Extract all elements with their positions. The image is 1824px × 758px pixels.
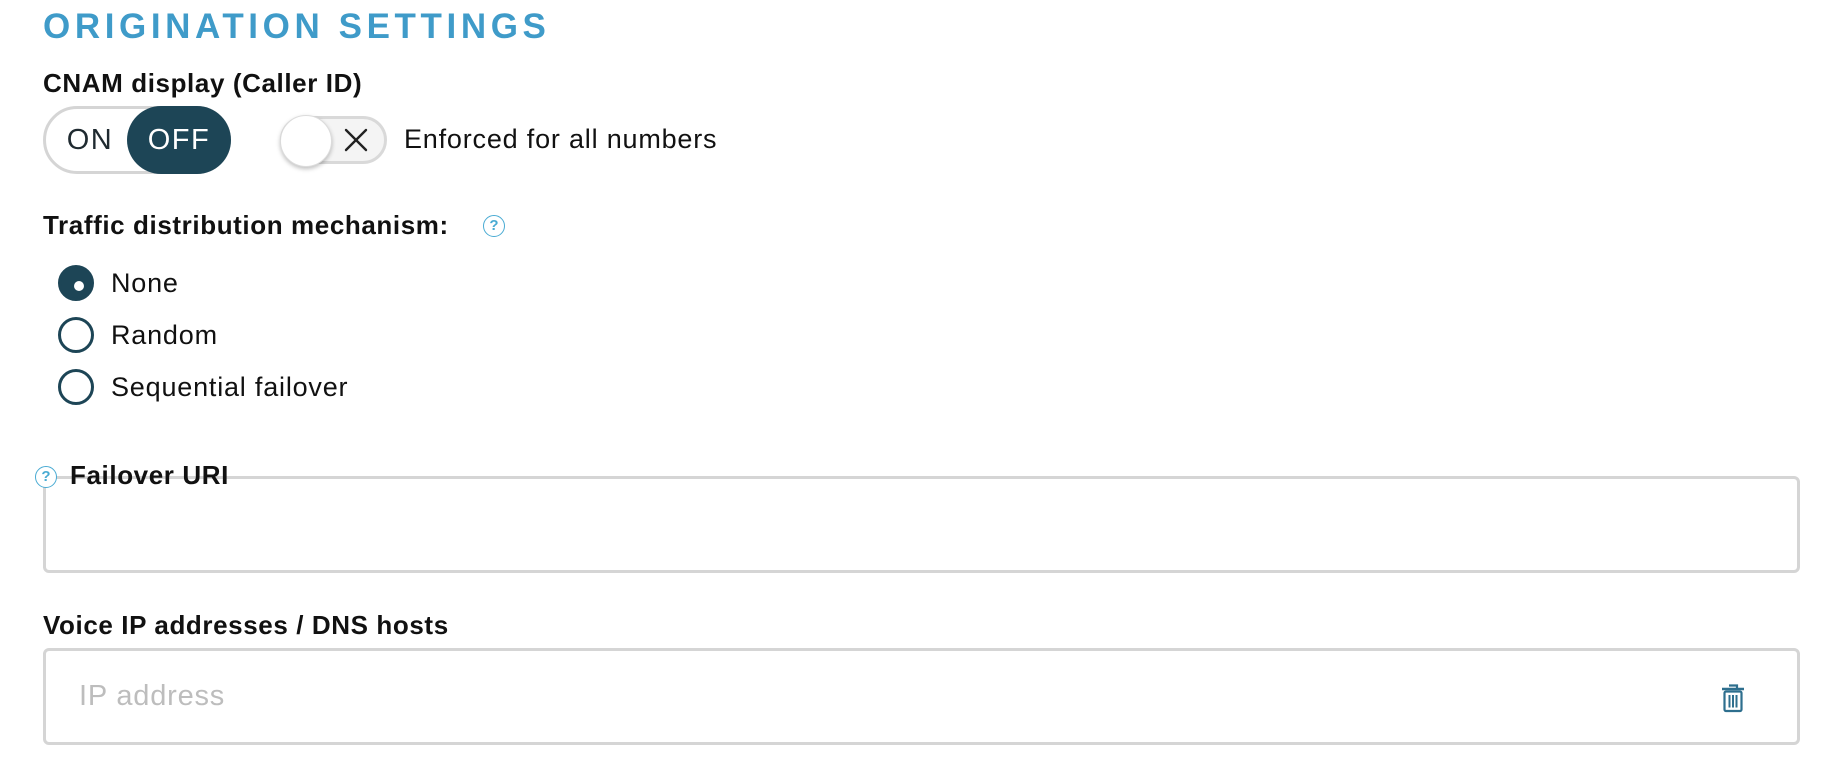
- trash-icon[interactable]: [1721, 683, 1745, 713]
- origination-settings-panel: ORIGINATION SETTINGS CNAM display (Calle…: [0, 0, 1824, 758]
- switch-knob: [280, 115, 332, 167]
- ip-address-field[interactable]: [43, 648, 1800, 745]
- enforced-switch[interactable]: [280, 115, 387, 167]
- failover-uri-legend: ? Failover URI: [28, 458, 228, 494]
- question-circle-icon[interactable]: ?: [483, 215, 505, 237]
- cnam-on-off-toggle[interactable]: ON OFF: [43, 106, 231, 174]
- traffic-label: Traffic distribution mechanism:: [43, 210, 449, 240]
- failover-uri-field[interactable]: [43, 476, 1800, 573]
- section-title: ORIGINATION SETTINGS: [43, 7, 551, 46]
- radio-label: None: [111, 268, 179, 298]
- radio-label: Sequential failover: [111, 372, 349, 402]
- failover-uri-label: Failover URI: [70, 460, 229, 490]
- radio-label: Random: [111, 320, 218, 350]
- cnam-on-option[interactable]: ON: [46, 109, 134, 171]
- question-circle-icon[interactable]: ?: [35, 466, 57, 488]
- radio-unselected-icon[interactable]: [58, 369, 94, 405]
- failover-uri-input[interactable]: [46, 479, 1797, 570]
- voice-ip-label: Voice IP addresses / DNS hosts: [43, 610, 449, 640]
- radio-selected-icon[interactable]: [58, 265, 94, 301]
- cnam-off-option[interactable]: OFF: [127, 106, 231, 174]
- cnam-label: CNAM display (Caller ID): [43, 68, 363, 98]
- ip-address-input[interactable]: [46, 651, 1797, 742]
- enforced-label: Enforced for all numbers: [404, 124, 718, 154]
- close-icon: [344, 128, 368, 152]
- radio-unselected-icon[interactable]: [58, 317, 94, 353]
